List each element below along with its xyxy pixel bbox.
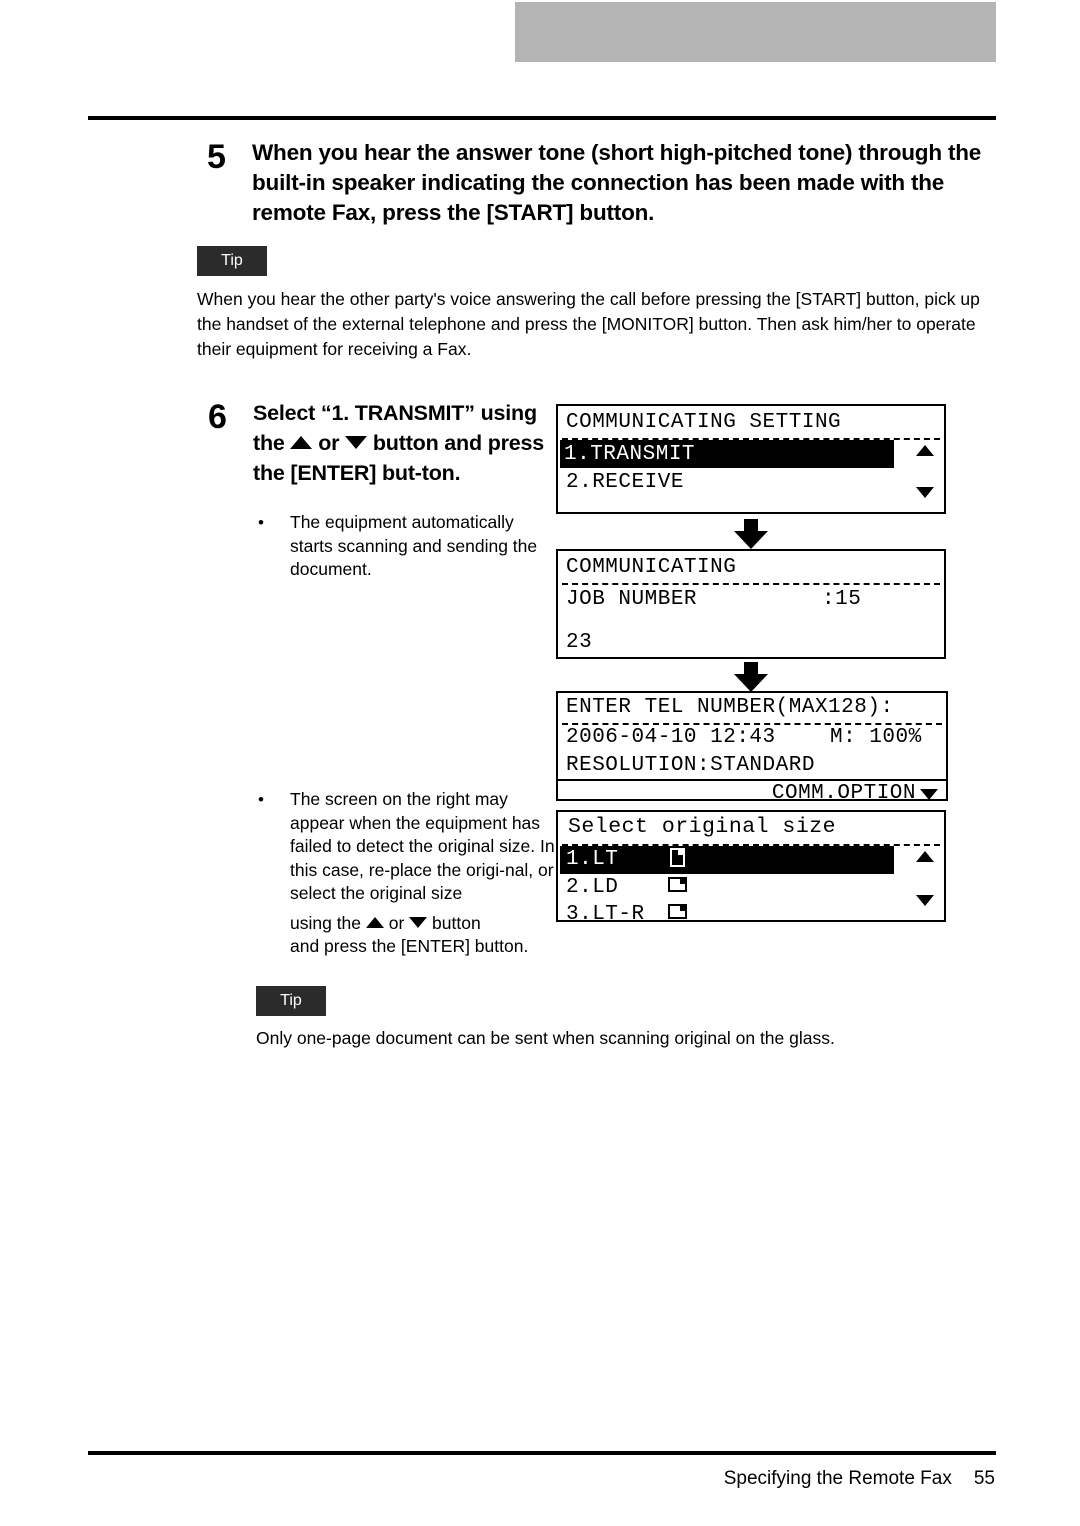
lcd3-memory-value: M: 100% [830,726,922,749]
bullet-using-the: using the [290,912,366,933]
lcd3-softkey-comm-option[interactable]: COMM.OPTION [772,782,916,805]
lcd-enter-tel-number: ENTER TEL NUMBER(MAX128): 2006-04-10 12:… [556,691,948,805]
lcd1-title: COMMUNICATING SETTING [566,411,842,434]
step-5-title: When you hear the answer tone (short hig… [252,140,982,225]
bullet-or: or [383,912,410,933]
bullet-marker: • [258,513,264,532]
lcd3-softkey-divider [558,779,946,781]
bullet-text: The screen on the right may appear when … [258,788,558,959]
lcd1-row-receive[interactable]: 2.RECEIVE [566,471,684,494]
lcd3-datetime: 2006-04-10 12:43 [566,726,776,749]
lcd-communicating: COMMUNICATING JOB NUMBER :15 23 [556,549,946,659]
lcd4-scroll-down-icon[interactable] [916,894,934,912]
page-fold [680,877,687,884]
down-arrow-icon [916,895,934,906]
arrow-head [734,674,768,692]
step-6-number: 6 [208,398,227,436]
bullet-text-line2: using the or button [290,912,558,936]
lcd2-job-number-label: JOB NUMBER [566,588,698,611]
lcd2-job-number-value: :15 [822,588,862,611]
lcd-select-original-size: Select original size 1.LT 2.LD 3.LT-R [556,810,946,926]
header-divider-rule [88,116,996,120]
lcd4-row-lt[interactable]: 1.LT [566,848,618,871]
flow-arrow-down-1 [734,519,768,549]
lcd3-resolution: RESOLUTION:STANDARD [566,754,815,777]
page-landscape-icon [668,904,687,919]
page-landscape-icon [668,877,687,892]
page-portrait-icon [670,848,685,867]
bullet-button: button [427,912,481,933]
up-arrow-icon [290,436,313,449]
step-6-title: Select “1. TRANSMIT” using the or button… [253,398,553,488]
lcd4-scroll-up-icon[interactable] [916,850,934,868]
up-arrow-icon [916,851,934,862]
footer-page-number: 55 [973,1468,995,1489]
tip-body-1: When you hear the other party's voice an… [197,289,980,359]
lcd3-title: ENTER TEL NUMBER(MAX128): [566,696,894,719]
footer-title: Specifying the Remote Fax [723,1468,952,1489]
bullet-text-part1: The screen on the right may appear when … [290,789,555,903]
tip-body-2: Only one-page document can be sent when … [256,1028,835,1048]
bullet-marker: • [258,790,264,809]
bullet-item-1: • The equipment automatically starts sca… [258,511,558,582]
bullet-item-2: • The screen on the right may appear whe… [258,788,558,959]
lcd1-scroll-up-icon[interactable] [916,444,934,462]
bullet-text: The equipment automatically starts scann… [290,512,538,579]
up-arrow-icon [916,445,934,456]
page-fold [678,848,685,855]
step-5-number: 5 [207,138,226,176]
lcd2-title: COMMUNICATING [566,556,737,579]
lcd4-title: Select original size [568,815,837,839]
footer-divider-rule [88,1451,996,1455]
bullet-text-line3: and press the [ENTER] button. [290,936,529,956]
lcd3-softkey-down-icon[interactable] [920,788,938,806]
down-arrow-icon [345,436,368,449]
step-6-title-or: or [312,431,346,455]
flow-arrow-down-2 [734,662,768,692]
page-fold [680,904,687,911]
down-arrow-icon [916,487,934,498]
arrow-head [734,531,768,549]
header-gray-band [515,2,996,62]
lcd4-row-lt-r[interactable]: 3.LT-R [566,903,645,926]
lcd4-row-ld[interactable]: 2.LD [566,876,618,899]
tip-badge-1: Tip [197,246,267,276]
lcd2-bottom-value: 23 [566,631,593,654]
lcd-communicating-setting: COMMUNICATING SETTING 1.TRANSMIT 2.RECEI… [556,404,946,514]
up-arrow-icon [365,916,384,928]
down-arrow-icon [409,916,428,928]
lcd1-scroll-down-icon[interactable] [916,486,934,504]
lcd1-row-transmit[interactable]: 1.TRANSMIT [564,443,695,466]
lcd3-separator [562,723,942,725]
footer: Specifying the Remote Fax 55 [724,1468,995,1490]
lcd2-separator [562,583,940,585]
down-arrow-icon [920,789,938,800]
tip-badge-2: Tip [256,986,326,1016]
